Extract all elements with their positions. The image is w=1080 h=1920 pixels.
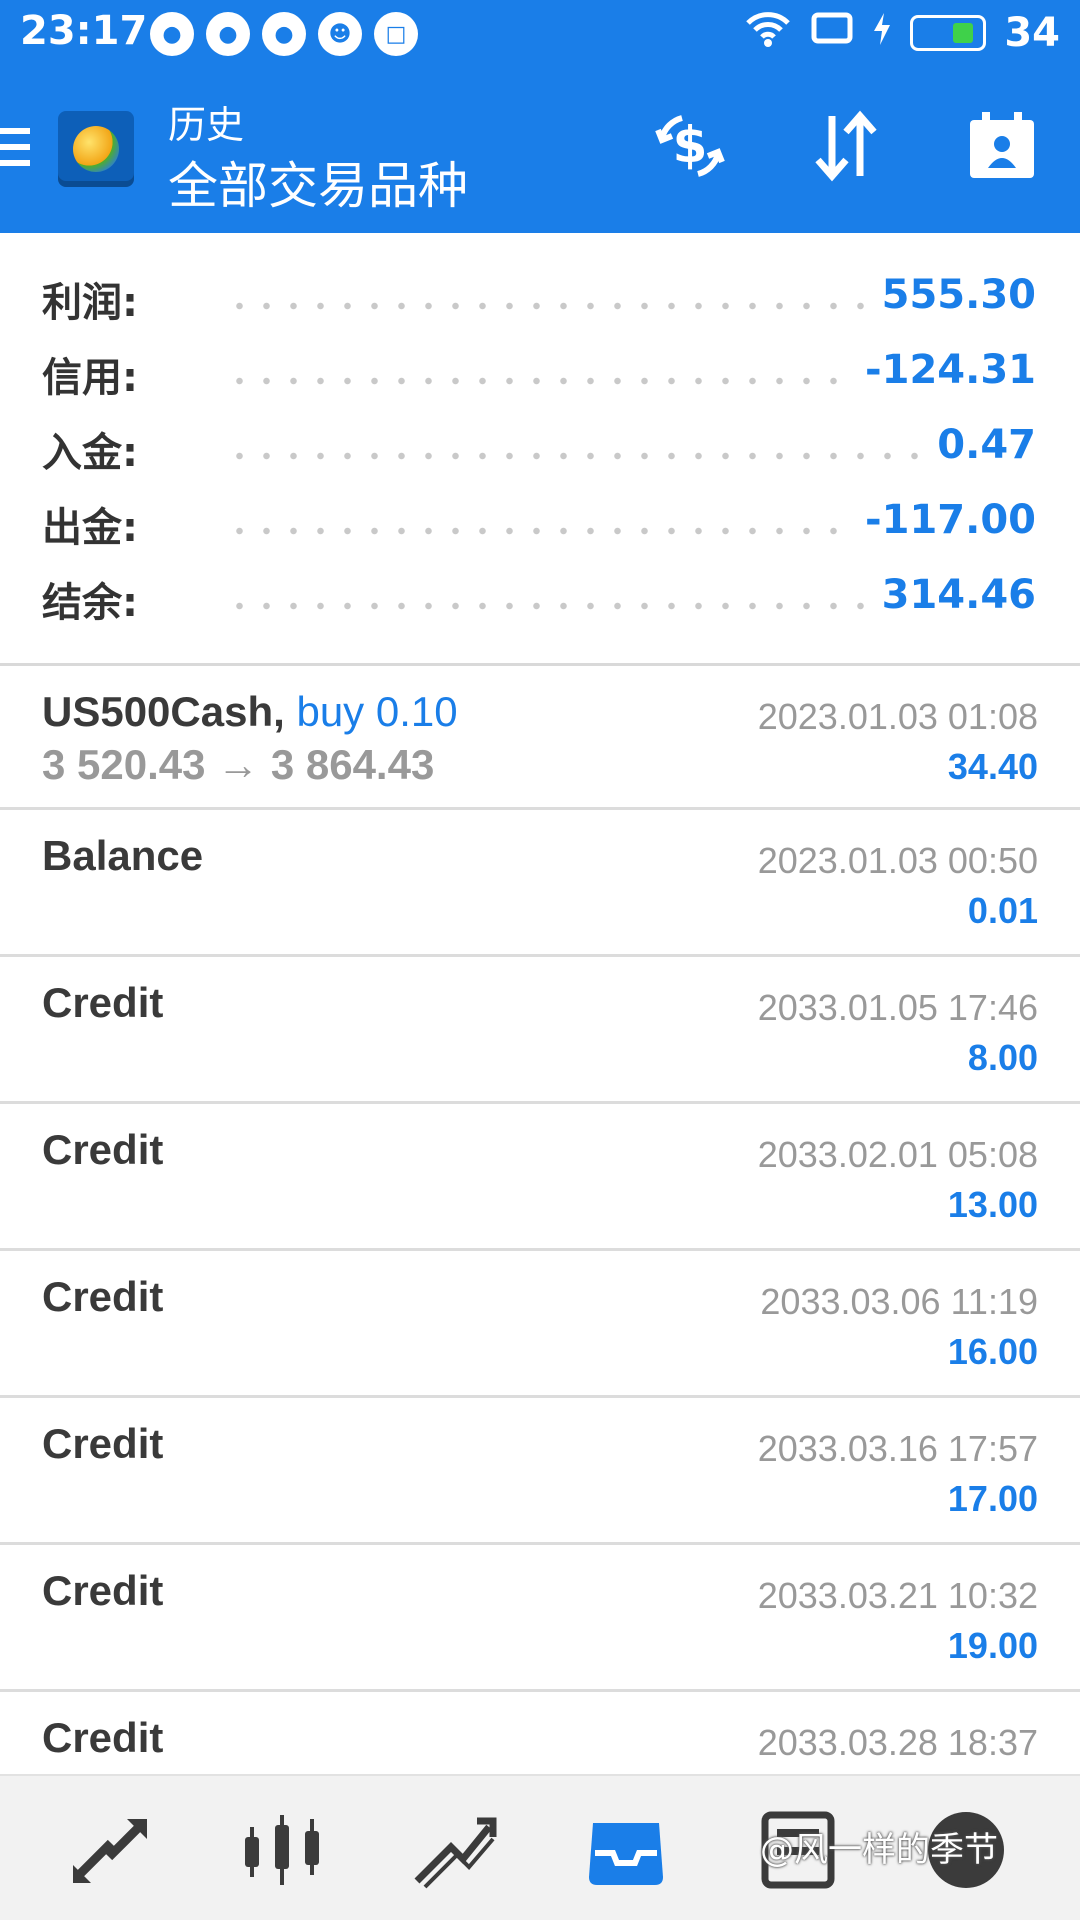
summary-value: 555.30 (871, 272, 1036, 318)
dotted-leader (226, 602, 932, 610)
menu-icon[interactable] (0, 128, 30, 176)
app-logo (58, 111, 134, 187)
list-item[interactable]: Credit 2033.03.06 11:19 16.00 (0, 1251, 1080, 1398)
page-title[interactable]: 全部交易品种 (168, 146, 468, 218)
screen-icon (810, 11, 854, 56)
battery-icon (910, 15, 987, 51)
summary-value: -124.31 (855, 347, 1036, 393)
watermark-text: @风一样的季节 (760, 1830, 998, 1870)
trade-title: US500Cash, buy 0.10 (42, 688, 458, 736)
item-time: 2033.03.06 11:19 (760, 1281, 1038, 1322)
item-type: Balance (42, 832, 204, 879)
dotted-leader (226, 377, 932, 385)
summary-label: 入金: (42, 430, 138, 476)
item-time: 2033.03.16 17:57 (757, 1428, 1038, 1469)
item-type: Credit (42, 1126, 164, 1173)
wechat-icon: ● (262, 12, 306, 56)
app-badge-icon: □ (374, 12, 418, 56)
dotted-leader (226, 452, 932, 460)
wifi-icon (744, 9, 792, 58)
list-item[interactable]: Credit 2033.03.16 17:57 17.00 (0, 1398, 1080, 1545)
nav-chart-icon[interactable] (236, 1804, 328, 1896)
app-header: 历史 全部交易品种 $ (0, 66, 1080, 233)
item-type: Credit (42, 1420, 164, 1467)
item-time: 2033.03.21 10:32 (757, 1575, 1038, 1616)
svg-text:$: $ (673, 116, 708, 174)
status-time: 23:17 (20, 8, 148, 54)
item-type: Credit (42, 1567, 164, 1614)
item-time: 2023.01.03 00:50 (757, 840, 1038, 881)
nav-quotes-icon[interactable] (64, 1804, 156, 1896)
item-time: 2033.01.05 17:46 (757, 987, 1038, 1028)
item-amount: 19.00 (947, 1625, 1038, 1666)
list-item[interactable]: Credit 2033.03.21 10:32 19.00 (0, 1545, 1080, 1692)
summary-label: 利润: (42, 280, 138, 326)
item-amount: 16.00 (947, 1331, 1038, 1372)
dotted-leader (226, 527, 932, 535)
trade-deal: buy 0.10 (296, 688, 458, 735)
item-type: Credit (42, 1273, 164, 1320)
list-item[interactable]: Balance 2023.01.03 00:50 0.01 (0, 810, 1080, 957)
item-amount: 17.00 (947, 1478, 1038, 1519)
page-subtitle: 历史 (168, 103, 245, 147)
item-type: Credit (42, 1714, 164, 1761)
summary-label: 结余: (42, 580, 138, 626)
person-icon: ☻ (318, 12, 362, 56)
summary-value: 0.47 (927, 422, 1036, 468)
notification-icons: ● ● ● ☻ □ (150, 12, 418, 56)
item-time: 2033.02.01 05:08 (757, 1134, 1038, 1175)
battery-level: 34 (1004, 10, 1060, 56)
list-item[interactable]: Credit 2033.02.01 05:08 13.00 (0, 1104, 1080, 1251)
calendar-icon[interactable] (962, 106, 1042, 186)
summary-label: 出金: (42, 505, 138, 551)
trade-prices: 3 520.43 → 3 864.43 (42, 741, 435, 788)
list-item-trade[interactable]: US500Cash, buy 0.10 3 520.43 → 3 864.43 … (0, 663, 1080, 810)
summary-label: 信用: (42, 355, 138, 401)
status-bar: 23:17 ● ● ● ☻ □ 34 (0, 0, 1080, 66)
summary-row-profit: 利润: 555.30 (0, 264, 1080, 339)
top-bar: 23:17 ● ● ● ☻ □ 34 历史 全部交易品种 $ (0, 0, 1080, 233)
summary-row-withdrawal: 出金: -117.00 (0, 489, 1080, 564)
nav-trade-icon[interactable] (408, 1804, 500, 1896)
bottom-nav: @风一样的季节 (0, 1774, 1080, 1920)
status-right: 34 (744, 8, 1060, 58)
item-amount: 34.40 (947, 746, 1038, 787)
summary-row-deposit: 入金: 0.47 (0, 414, 1080, 489)
dotted-leader (226, 302, 932, 310)
item-time: 2023.01.03 01:08 (757, 696, 1038, 737)
list-item[interactable]: Credit 2033.01.05 17:46 8.00 (0, 957, 1080, 1104)
trade-symbol: US500Cash, (42, 688, 285, 735)
charging-icon (872, 11, 892, 56)
item-time: 2033.03.28 18:37 (757, 1722, 1038, 1763)
sort-icon[interactable] (806, 106, 886, 186)
chat-bubble-icon: ● (206, 12, 250, 56)
history-list[interactable]: US500Cash, buy 0.10 3 520.43 → 3 864.43 … (0, 663, 1080, 1839)
nav-history-icon[interactable] (580, 1804, 672, 1896)
summary-value: -117.00 (855, 497, 1036, 543)
currency-exchange-icon[interactable]: $ (650, 106, 730, 186)
item-amount: 8.00 (967, 1037, 1038, 1078)
item-amount: 0.01 (967, 890, 1038, 931)
summary-panel: 利润: 555.30 信用: -124.31 入金: 0.47 出金: -117… (0, 264, 1080, 639)
summary-value: 314.46 (871, 572, 1036, 618)
summary-row-balance: 结余: 314.46 (0, 564, 1080, 639)
chat-bubble-icon: ● (150, 12, 194, 56)
summary-row-credit: 信用: -124.31 (0, 339, 1080, 414)
item-amount: 13.00 (947, 1184, 1038, 1225)
item-type: Credit (42, 979, 164, 1026)
